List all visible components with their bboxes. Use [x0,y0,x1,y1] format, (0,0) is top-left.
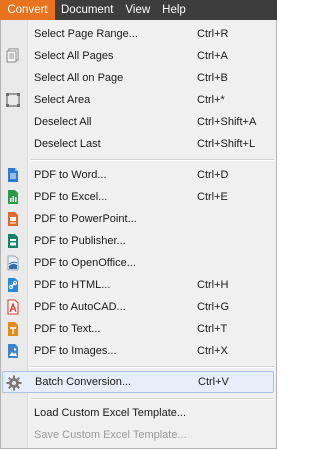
menu-item-select-all-on-page[interactable]: Select All on Page Ctrl+B [1,67,276,89]
menu-item-label: PDF to OpenOffice... [34,257,136,269]
menu-item-shortcut: Ctrl+Shift+L [197,138,256,150]
menu-item-label: PDF to Word... [34,169,107,181]
menu-item-shortcut: Ctrl+E [197,191,228,203]
menu-item-pdf-to-html[interactable]: PDF to HTML... Ctrl+H [1,274,276,296]
menu-help[interactable]: Help [156,0,192,20]
menu-separator [31,366,274,368]
menu-item-label: PDF to PowerPoint... [34,213,137,225]
menu-item-shortcut: Ctrl+X [197,345,228,357]
menu-item-shortcut: Ctrl+Shift+A [197,116,257,128]
publisher-icon [5,233,21,249]
menu-item-save-custom-excel-template: Save Custom Excel Template... [1,424,276,446]
menu-item-label: Deselect All [34,116,92,128]
menu-item-select-area[interactable]: Select Area Ctrl+* [1,89,276,111]
menu-item-deselect-last[interactable]: Deselect Last Ctrl+Shift+L [1,133,276,155]
menu-item-shortcut: Ctrl+V [198,376,229,388]
menu-bar: Convert Document View Help [0,0,277,20]
menu-item-label: PDF to Excel... [34,191,108,203]
menu-document[interactable]: Document [55,0,119,20]
menu-item-label: PDF to Text... [34,323,101,335]
autocad-icon [5,299,21,315]
menu-item-pdf-to-images[interactable]: PDF to Images... Ctrl+X [1,340,276,362]
menu-item-label: PDF to Publisher... [34,235,126,247]
menu-item-label: Deselect Last [34,138,101,150]
menu-item-label: Save Custom Excel Template... [34,429,187,441]
menu-item-shortcut: Ctrl+R [197,28,229,40]
menu-item-shortcut: Ctrl+G [197,301,230,313]
menu-item-label: Select All Pages [34,50,114,62]
menu-item-batch-conversion[interactable]: Batch Conversion... Ctrl+V [2,371,274,393]
menu-item-pdf-to-excel[interactable]: PDF to Excel... Ctrl+E [1,186,276,208]
html-icon [5,277,21,293]
menu-item-deselect-all[interactable]: Deselect All Ctrl+Shift+A [1,111,276,133]
excel-icon [5,189,21,205]
text-icon [5,321,21,337]
menu-item-pdf-to-openoffice[interactable]: PDF to OpenOffice... [1,252,276,274]
menu-item-label: Select All on Page [34,72,124,84]
gear-icon [6,375,22,391]
menu-item-label: Batch Conversion... [35,376,131,388]
menu-item-pdf-to-publisher[interactable]: PDF to Publisher... [1,230,276,252]
menu-item-pdf-to-autocad[interactable]: PDF to AutoCAD... Ctrl+G [1,296,276,318]
menu-item-shortcut: Ctrl+T [197,323,228,335]
menu-item-pdf-to-text[interactable]: PDF to Text... Ctrl+T [1,318,276,340]
menu-item-label: PDF to HTML... [34,279,111,291]
menu-item-label: PDF to AutoCAD... [34,301,126,313]
menu-item-shortcut: Ctrl+* [197,94,225,106]
menu-item-shortcut: Ctrl+A [197,50,228,62]
menu-item-select-page-range[interactable]: Select Page Range... Ctrl+R [1,23,276,45]
menu-separator [31,159,274,161]
menu-item-load-custom-excel-template[interactable]: Load Custom Excel Template... [1,402,276,424]
menu-item-label: Load Custom Excel Template... [34,407,187,419]
menu-item-pdf-to-word[interactable]: PDF to Word... Ctrl+D [1,164,276,186]
menu-item-shortcut: Ctrl+B [197,72,228,84]
word-icon [5,167,21,183]
menu-item-label: Select Page Range... [34,28,138,40]
menu-separator [31,398,274,400]
select-area-icon [5,92,21,108]
menu-item-shortcut: Ctrl+H [197,279,229,291]
convert-dropdown-menu: Select Page Range... Ctrl+R Select All P… [0,20,277,449]
menu-convert[interactable]: Convert [0,0,55,20]
menu-item-label: Select Area [34,94,91,106]
images-icon [5,343,21,359]
openoffice-icon [5,255,21,271]
menu-item-select-all-pages[interactable]: Select All Pages Ctrl+A [1,45,276,67]
menu-item-pdf-to-powerpoint[interactable]: PDF to PowerPoint... [1,208,276,230]
powerpoint-icon [5,211,21,227]
pages-icon [5,48,21,64]
menu-view[interactable]: View [119,0,156,20]
menu-item-shortcut: Ctrl+D [197,169,229,181]
menu-item-label: PDF to Images... [34,345,117,357]
